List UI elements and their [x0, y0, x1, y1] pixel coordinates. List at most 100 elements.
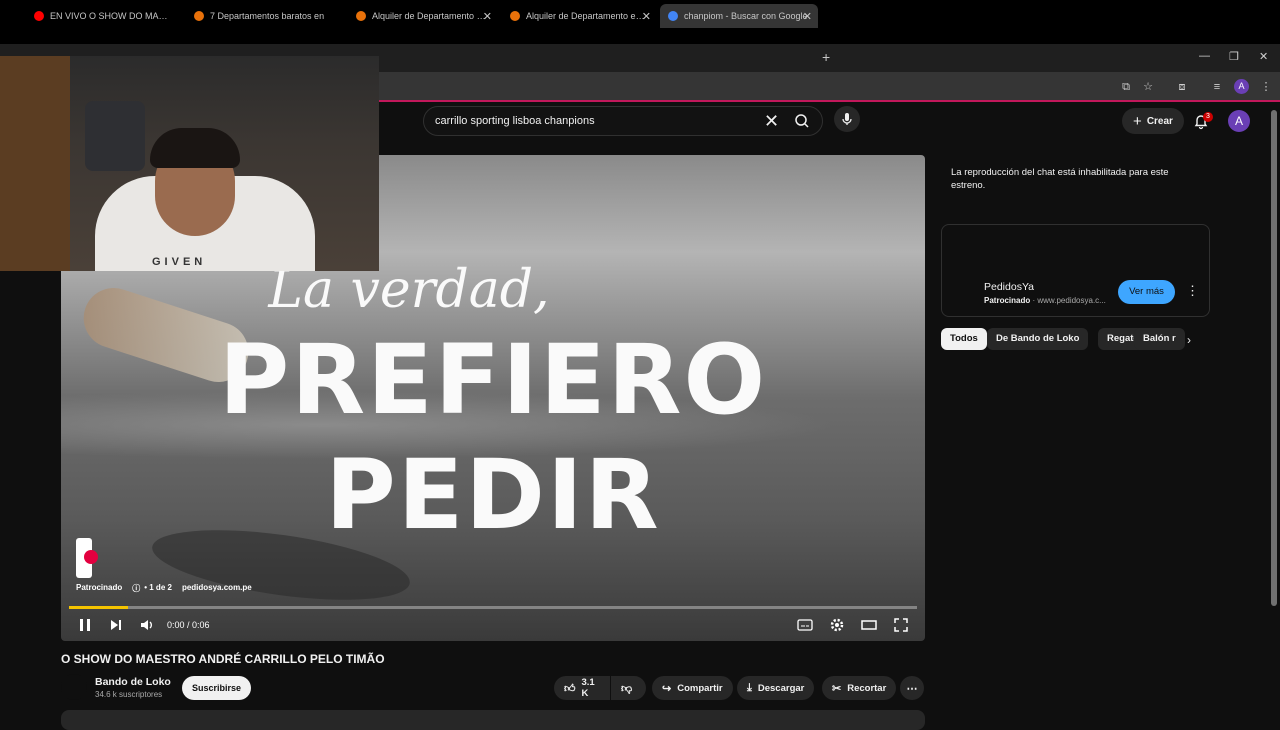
plus-icon: + [1133, 112, 1142, 130]
next-button[interactable] [108, 617, 124, 633]
description-box[interactable] [61, 710, 925, 730]
thumbs-down-icon: 👎︎ [621, 682, 633, 695]
more-horizontal-icon: ⋯ [906, 682, 918, 695]
media-control-icon[interactable]: ≡ [1210, 80, 1224, 94]
chevron-right-icon[interactable]: › [1187, 333, 1191, 347]
subscriber-count: 34.6 k suscriptores [95, 690, 163, 699]
browser-tab-2[interactable]: 7 Departamentos baratos en [186, 4, 346, 28]
search-icon [795, 114, 809, 128]
theater-mode-button[interactable] [861, 617, 877, 633]
theater-icon [861, 620, 877, 630]
more-actions-button[interactable]: ⋯ [900, 676, 924, 700]
gear-icon [830, 618, 844, 632]
youtube-favicon-icon [34, 11, 44, 21]
browser-tab-1[interactable]: EN VIVO O SHOW DO MAESTRO [26, 4, 176, 28]
bookmark-star-icon[interactable]: ☆ [1141, 80, 1155, 94]
browser-tab-5[interactable]: chanpiom - Buscar con Google ✕ [660, 4, 818, 28]
volume-button[interactable] [139, 617, 155, 633]
webcam-shirt-text: GIVEN [152, 256, 207, 268]
dislike-button[interactable]: 👎︎ [611, 676, 646, 700]
new-tab-icon[interactable]: + [822, 49, 830, 65]
ad-more-options-icon[interactable]: ⋮ [1186, 283, 1199, 299]
ad-info-icon[interactable]: ⓘ [132, 583, 140, 594]
browser-tab-3[interactable]: Alquiler de Departamento en S ✕ [348, 4, 498, 28]
webcam-overlay: GIVEN [0, 56, 379, 271]
chip-channel[interactable]: De Bando de Loko [987, 328, 1089, 350]
related-filter-chips: Todos De Bando de Loko Regate Balón r [941, 328, 1201, 350]
webcam-door [0, 56, 70, 271]
chat-disabled-notice: La reproducción del chat está inhabilita… [951, 167, 1169, 191]
close-window-icon[interactable]: ✕ [1259, 50, 1268, 63]
like-button[interactable]: 👍︎ 3.1 K [554, 676, 610, 700]
fullscreen-icon [894, 618, 908, 632]
ver-mas-button[interactable]: Ver más [1118, 280, 1175, 304]
tab-title: chanpiom - Buscar con Google [684, 11, 808, 21]
video-overlay-line2: PREFIERO [218, 324, 768, 436]
ad-sponsored-label: Patrocinado [984, 296, 1031, 305]
cast-icon[interactable]: ⧉ [1119, 80, 1133, 94]
site-favicon-icon [356, 11, 366, 21]
ad-advertiser-name[interactable]: PedidosYa [984, 281, 1034, 293]
create-label: Crear [1146, 115, 1173, 127]
chip-todos[interactable]: Todos [941, 328, 987, 350]
subscribe-button[interactable]: Suscribirse [182, 676, 251, 700]
google-favicon-icon [668, 11, 678, 21]
clip-button[interactable]: ✂ Recortar [822, 676, 897, 700]
download-icon: ⤓ [747, 681, 752, 694]
search-button[interactable] [786, 106, 822, 136]
tab-title: 7 Departamentos baratos en [210, 11, 325, 21]
volume-icon [141, 620, 152, 630]
share-label: Compartir [677, 682, 723, 694]
ad-domain: · www.pedidosya.c... [1032, 296, 1106, 305]
ad-brand-logo[interactable] [76, 538, 98, 578]
site-favicon-icon [510, 11, 520, 21]
search-input[interactable]: carrillo sporting lisboa chanpions [435, 115, 595, 127]
download-label: Descargar [757, 682, 805, 694]
subtitles-button[interactable] [797, 617, 813, 633]
ad-sponsored-label: Patrocinado [76, 583, 123, 592]
channel-avatar[interactable] [61, 674, 87, 700]
subtitles-icon [797, 619, 813, 631]
webcam-person-hair [150, 128, 240, 168]
create-button[interactable]: + Crear [1122, 108, 1184, 134]
sidebar-ad-card[interactable]: PedidosYa Patrocinado · www.pedidosya.c.… [941, 224, 1210, 317]
clear-search-icon[interactable]: ✕ [764, 111, 779, 131]
chip-balon[interactable]: Balón r [1134, 328, 1185, 350]
ad-info-bar: Patrocinado ⓘ • 1 de 2 pedidosya.com.pe [76, 583, 252, 594]
time-display: 0:00 / 0:06 [167, 620, 210, 630]
share-icon: ↪ [662, 682, 672, 695]
channel-name[interactable]: Bando de Loko [95, 676, 171, 688]
webcam-backpack [85, 101, 145, 171]
close-tab-icon[interactable]: ✕ [803, 10, 812, 23]
tab-title: Alquiler de Departamento en S [372, 11, 490, 21]
settings-button[interactable] [829, 617, 845, 633]
notification-badge: 3 [1203, 112, 1213, 122]
scissors-icon: ✂ [832, 682, 842, 695]
extensions-icon[interactable]: ⧈ [1175, 80, 1189, 94]
share-button[interactable]: ↪ Compartir [652, 676, 733, 700]
voice-search-button[interactable] [834, 106, 860, 132]
progress-bar[interactable] [69, 606, 917, 609]
minimize-icon[interactable]: — [1199, 50, 1210, 62]
browser-profile-avatar[interactable]: A [1234, 79, 1249, 94]
tab-title: Alquiler de Departamento en S [526, 11, 649, 21]
page-scrollbar[interactable] [1271, 110, 1277, 606]
tab-title: EN VIVO O SHOW DO MAESTRO [50, 11, 168, 21]
browser-tab-4[interactable]: Alquiler de Departamento en S ✕ [502, 4, 657, 28]
search-box[interactable]: carrillo sporting lisboa chanpions ✕ [423, 106, 823, 136]
pause-button[interactable] [77, 617, 93, 633]
fullscreen-button[interactable] [893, 617, 909, 633]
video-overlay-line3: PEDIR [325, 439, 661, 551]
close-tab-icon[interactable]: ✕ [642, 10, 651, 23]
download-button[interactable]: ⤓ Descargar [737, 676, 815, 700]
browser-menu-icon[interactable]: ⋮ [1259, 80, 1273, 94]
maximize-icon[interactable]: ❐ [1229, 50, 1239, 63]
site-favicon-icon [194, 11, 204, 21]
video-title: O SHOW DO MAESTRO ANDRÉ CARRILLO PELO TI… [61, 652, 385, 666]
next-icon [111, 620, 121, 630]
progress-fill [69, 606, 129, 609]
account-avatar[interactable]: A [1228, 110, 1250, 132]
microphone-icon [842, 113, 852, 125]
ad-domain-link[interactable]: pedidosya.com.pe [182, 583, 252, 594]
close-tab-icon[interactable]: ✕ [483, 10, 492, 23]
